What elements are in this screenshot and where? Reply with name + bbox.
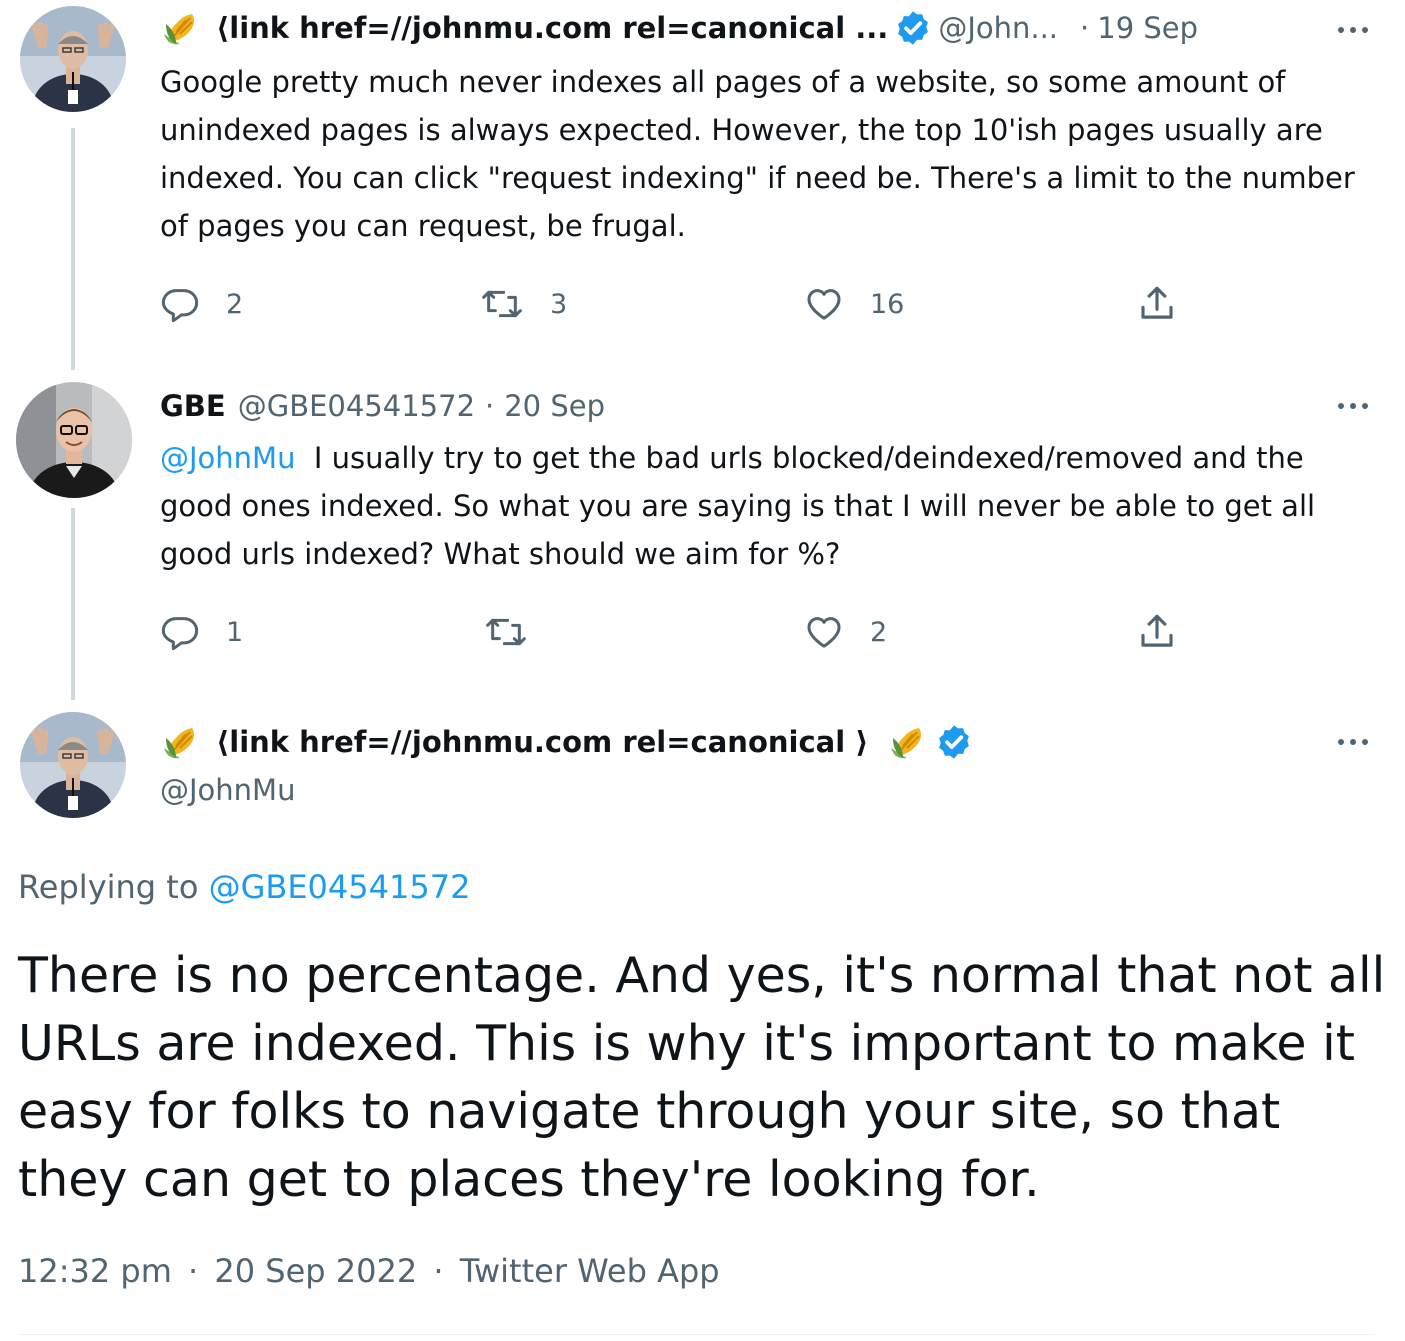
author-name[interactable]: ⟨link href=//johnmu.com rel=canonical ⟩ (216, 725, 869, 759)
avatar-gbe[interactable] (16, 382, 132, 498)
divider (18, 1334, 1375, 1335)
tweet-text-body: I usually try to get the bad urls blocke… (160, 441, 1316, 571)
reply-button[interactable]: 2 (160, 282, 243, 326)
tweet-time[interactable]: 19 Sep (1097, 11, 1198, 45)
like-button[interactable]: 2 (804, 610, 887, 654)
tweet-date[interactable]: 20 Sep 2022 (214, 1252, 417, 1290)
tweet-actions: 1 2 (160, 610, 1220, 654)
retweet-count: 3 (550, 288, 568, 320)
tweet-johnmu-1[interactable]: ⟨link href=//johnmu.com rel=canonical ..… (0, 0, 1405, 370)
separator-dot: · (433, 1252, 444, 1290)
more-icon[interactable] (1331, 18, 1375, 42)
tweet-text: Google pretty much never indexes all pag… (160, 65, 1355, 243)
like-count: 16 (870, 288, 905, 320)
reply-icon (160, 612, 200, 652)
reply-icon (160, 284, 200, 324)
heart-icon (804, 284, 844, 324)
mention-link[interactable]: @JohnMu (160, 441, 295, 475)
author-handle[interactable]: @John... (938, 11, 1058, 45)
tweet-gbe[interactable]: GBE @GBE04541572 · 20 Sep @JohnMu I usua… (0, 370, 1405, 700)
tweet-text: There is no percentage. And yes, it's no… (18, 947, 1386, 1208)
retweet-icon (480, 284, 524, 324)
verified-badge-icon (935, 723, 973, 761)
share-button[interactable] (1136, 610, 1178, 654)
heart-icon (804, 612, 844, 652)
tweet-actions: 2 3 16 (160, 282, 1220, 326)
separator-dot: · (188, 1252, 199, 1290)
tweet-text: @JohnMu I usually try to get the bad url… (160, 434, 1370, 578)
replying-to: Replying to @GBE04541572 (18, 868, 470, 906)
retweet-icon (484, 612, 528, 652)
thread-line (71, 128, 75, 370)
tweet-johnmu-focused: ⟨link href=//johnmu.com rel=canonical ⟩ … (0, 700, 1405, 1341)
author-handle[interactable]: @JohnMu (160, 768, 295, 812)
author-name[interactable]: GBE (160, 389, 226, 423)
reply-button[interactable]: 1 (160, 610, 243, 654)
like-button[interactable]: 16 (804, 282, 904, 326)
replying-label: Replying to (18, 868, 199, 906)
retweet-button[interactable] (484, 610, 554, 654)
tweet-meta: 12:32 pm · 20 Sep 2022 · Twitter Web App (18, 1252, 720, 1290)
author-name[interactable]: ⟨link href=//johnmu.com rel=canonical ..… (216, 11, 888, 45)
tweet-header: GBE @GBE04541572 · 20 Sep (160, 384, 605, 428)
more-icon[interactable] (1331, 730, 1375, 754)
retweet-button[interactable]: 3 (480, 282, 567, 326)
tweet-time[interactable]: 20 Sep (504, 389, 605, 423)
replying-to-link[interactable]: @GBE04541572 (209, 868, 471, 906)
avatar-johnmu[interactable] (20, 6, 126, 112)
separator-dot: · (485, 389, 495, 423)
tweet-time[interactable]: 12:32 pm (18, 1252, 172, 1290)
verified-badge-icon (894, 9, 932, 47)
separator-dot: · (1080, 11, 1090, 45)
thread-line (71, 508, 75, 700)
author-handle[interactable]: @GBE04541572 (238, 389, 475, 423)
reply-count: 2 (226, 288, 244, 320)
tweet-header: ⟨link href=//johnmu.com rel=canonical ..… (160, 6, 1198, 50)
corn-icon (887, 724, 931, 760)
avatar-johnmu[interactable] (20, 712, 126, 818)
corn-icon (160, 724, 204, 760)
tweet-header: ⟨link href=//johnmu.com rel=canonical ⟩ (160, 720, 979, 764)
tweet-source[interactable]: Twitter Web App (460, 1252, 720, 1290)
like-count: 2 (870, 616, 888, 648)
share-icon (1136, 283, 1178, 325)
share-button[interactable] (1136, 282, 1178, 326)
reply-count: 1 (226, 616, 244, 648)
corn-icon (160, 10, 204, 46)
share-icon (1136, 611, 1178, 653)
more-icon[interactable] (1331, 394, 1375, 418)
